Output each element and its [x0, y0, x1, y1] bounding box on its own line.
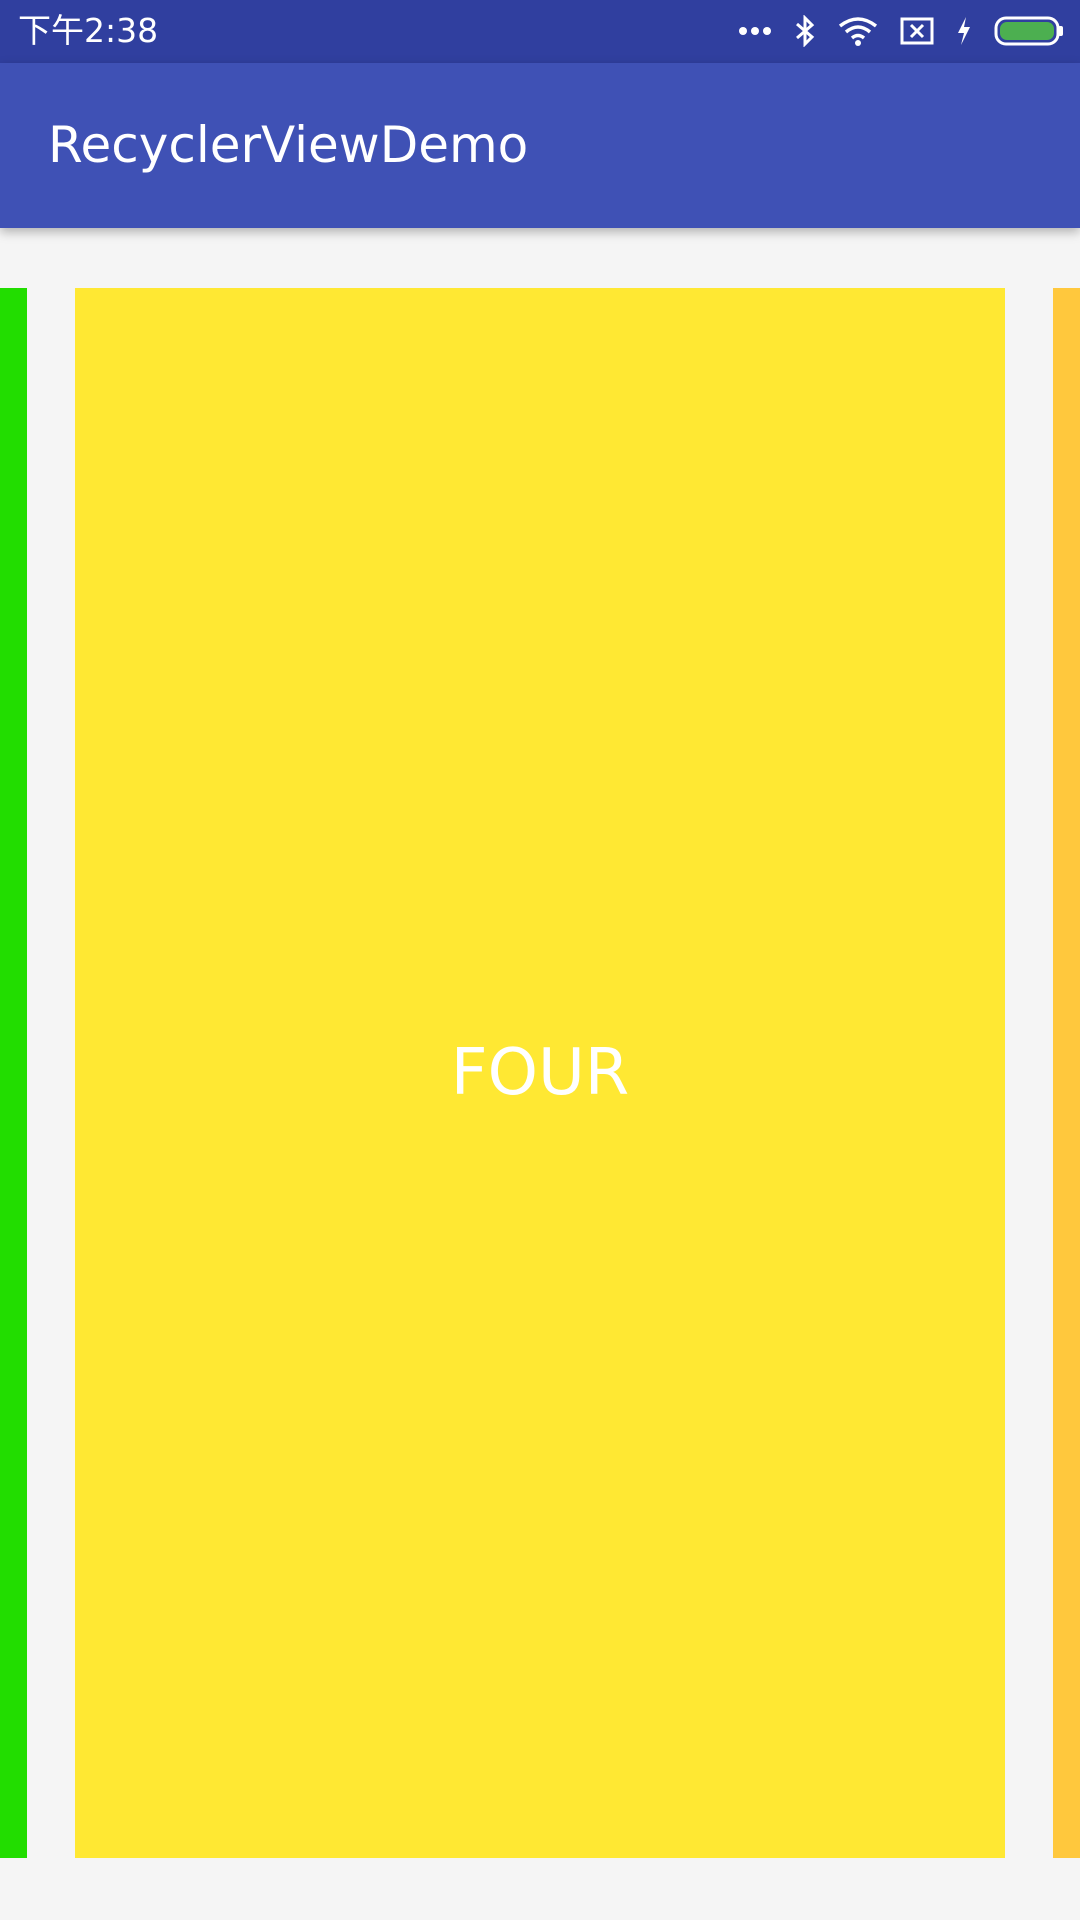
status-bar: 下午2:38 [0, 0, 1080, 63]
wifi-icon [838, 16, 878, 46]
card-next[interactable] [1053, 288, 1080, 1858]
status-icons [738, 14, 1064, 48]
app-title: RecyclerViewDemo [48, 116, 529, 174]
charging-icon [956, 16, 972, 46]
card-previous[interactable] [0, 288, 27, 1858]
recycler-view[interactable]: FOUR [0, 228, 1080, 1920]
app-bar: RecyclerViewDemo [0, 63, 1080, 228]
no-sim-icon [900, 17, 934, 45]
card-label: FOUR [450, 1036, 630, 1110]
more-dots-icon [738, 26, 772, 36]
status-time: 下午2:38 [18, 11, 159, 50]
card-current[interactable]: FOUR [75, 288, 1005, 1858]
battery-icon [994, 16, 1064, 46]
bluetooth-icon [794, 15, 816, 47]
